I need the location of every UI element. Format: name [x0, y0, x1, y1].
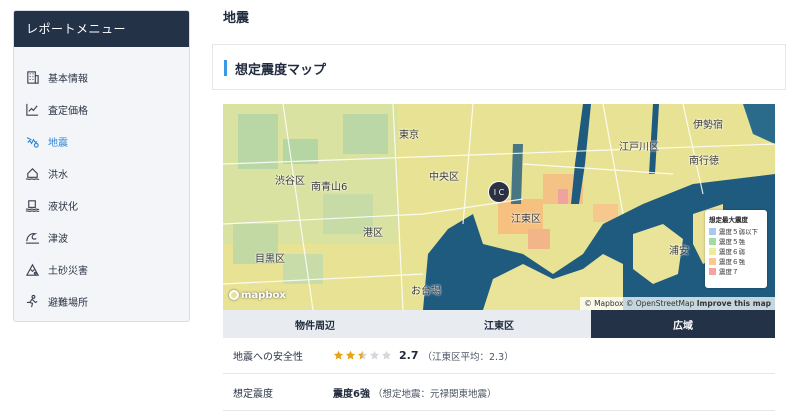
tab-koto-ward[interactable]: 江東区	[407, 310, 591, 338]
legend-label: 震度５強	[719, 238, 745, 246]
seismic-intensity-map[interactable]: 東京 江戸川区 南行徳 伊勢宿 渋谷区 南青山6 中央区 江東区 港区 目黒区 …	[223, 104, 775, 310]
section-accent-bar	[224, 60, 227, 76]
safety-score: 2.7	[399, 349, 419, 362]
sidebar-item-label: 土砂災害	[48, 265, 88, 277]
map-label-chuo: 中央区	[429, 172, 459, 183]
mapbox-logo-icon	[229, 290, 239, 300]
tab-wide-area[interactable]: 広域	[591, 310, 775, 338]
chart-icon	[24, 101, 40, 117]
star-empty-icon	[369, 350, 380, 360]
legend-row: 震度７	[709, 266, 763, 276]
safety-row: 地震への安全性 2.7 （江東区平均：2.3）	[223, 338, 775, 374]
attribution-text[interactable]: © Mapbox © OpenStreetMap	[584, 299, 694, 308]
map-label-minamiaoyama: 南青山6	[311, 182, 348, 193]
liquefaction-icon	[24, 197, 40, 213]
report-menu: レポートメニュー 基本情報 査定価格 地震 洪水 液状化 津波 土砂災害 避難場…	[13, 10, 190, 322]
legend-row: 震度６弱	[709, 246, 763, 256]
sidebar-item-tsunami[interactable]: 津波	[14, 221, 189, 253]
intensity-value: 震度6強	[333, 389, 370, 400]
mapbox-logo-text: mapbox	[241, 290, 286, 301]
intensity-label: 想定震度	[233, 389, 273, 400]
legend-label: 震度６弱	[719, 248, 745, 256]
map-attribution: © Mapbox © OpenStreetMap Improve this ma…	[580, 297, 775, 310]
intensity-row: 想定震度 震度6強 （想定地震：元禄関東地震）	[223, 375, 775, 411]
star-icon	[333, 350, 344, 360]
star-empty-icon	[381, 350, 392, 360]
tsunami-icon	[24, 229, 40, 245]
legend-swatch	[709, 247, 716, 255]
section-title: 想定震度マップ	[235, 63, 327, 78]
sidebar-item-label: 洪水	[48, 169, 68, 181]
sidebar-item-label: 津波	[48, 233, 68, 245]
map-label-edogawa: 江戸川区	[619, 142, 659, 153]
page-title: 地震	[223, 11, 250, 26]
map-legend: 想定最大震度 震度５弱以下 震度５強 震度６弱 震度６強 震度７	[705, 210, 767, 288]
sidebar-item-landslide[interactable]: 土砂災害	[14, 253, 189, 285]
building-icon	[24, 69, 40, 85]
legend-row: 震度６強	[709, 256, 763, 266]
safety-average: （江東区平均：2.3）	[422, 351, 514, 363]
legend-swatch	[709, 237, 716, 245]
sidebar-item-label: 査定価格	[48, 105, 88, 117]
star-icon	[345, 350, 356, 360]
legend-label: 震度７	[719, 268, 739, 276]
improve-map-link[interactable]: Improve this map	[697, 299, 771, 308]
report-menu-title: レポートメニュー	[14, 11, 189, 47]
map-label-tokyo: 東京	[399, 130, 419, 141]
evacuation-icon	[24, 293, 40, 309]
sidebar-item-label: 地震	[48, 137, 68, 149]
map-label-urayasu: 浦安	[669, 246, 689, 257]
legend-title: 想定最大震度	[709, 216, 748, 224]
map-label-odaiba: お台場	[411, 286, 441, 297]
map-scope-tabs: 物件周辺 江東区 広域	[223, 310, 775, 338]
map-label-iseshuku: 伊勢宿	[693, 120, 723, 131]
flood-icon	[24, 165, 40, 181]
legend-label: 震度５弱以下	[719, 228, 758, 236]
map-label-koto: 江東区	[511, 214, 541, 225]
map-label-shibuya: 渋谷区	[275, 176, 305, 187]
map-label-minamigyotoku: 南行徳	[689, 156, 719, 167]
legend-swatch	[709, 267, 716, 275]
legend-label: 震度６強	[719, 258, 745, 266]
sidebar-item-label: 基本情報	[48, 73, 88, 85]
legend-swatch	[709, 227, 716, 235]
sidebar-item-valuation[interactable]: 査定価格	[14, 93, 189, 125]
star-half-icon	[357, 350, 368, 360]
tab-property-area[interactable]: 物件周辺	[223, 310, 407, 338]
intensity-note: （想定地震：元禄関東地震）	[372, 388, 497, 400]
map-tiles	[223, 104, 775, 310]
legend-row: 震度５強	[709, 236, 763, 246]
sidebar-item-evacuation[interactable]: 避難場所	[14, 285, 189, 317]
mapbox-logo[interactable]: mapbox	[229, 290, 286, 301]
sidebar-item-label: 避難場所	[48, 297, 88, 309]
sidebar-item-flood[interactable]: 洪水	[14, 157, 189, 189]
section-header: 想定震度マップ	[212, 44, 786, 90]
landslide-icon	[24, 261, 40, 277]
legend-swatch	[709, 257, 716, 265]
safety-label: 地震への安全性	[233, 352, 303, 363]
legend-row: 震度５弱以下	[709, 226, 763, 236]
map-label-meguro: 目黒区	[255, 254, 285, 265]
sidebar-item-earthquake[interactable]: 地震	[14, 125, 189, 157]
location-pin[interactable]: I C	[488, 181, 510, 203]
earthquake-icon	[24, 133, 40, 149]
sidebar-item-liquefaction[interactable]: 液状化	[14, 189, 189, 221]
safety-stars	[333, 350, 393, 361]
sidebar-item-basic-info[interactable]: 基本情報	[14, 61, 189, 93]
map-label-minato: 港区	[363, 228, 383, 239]
sidebar-item-label: 液状化	[48, 201, 78, 213]
